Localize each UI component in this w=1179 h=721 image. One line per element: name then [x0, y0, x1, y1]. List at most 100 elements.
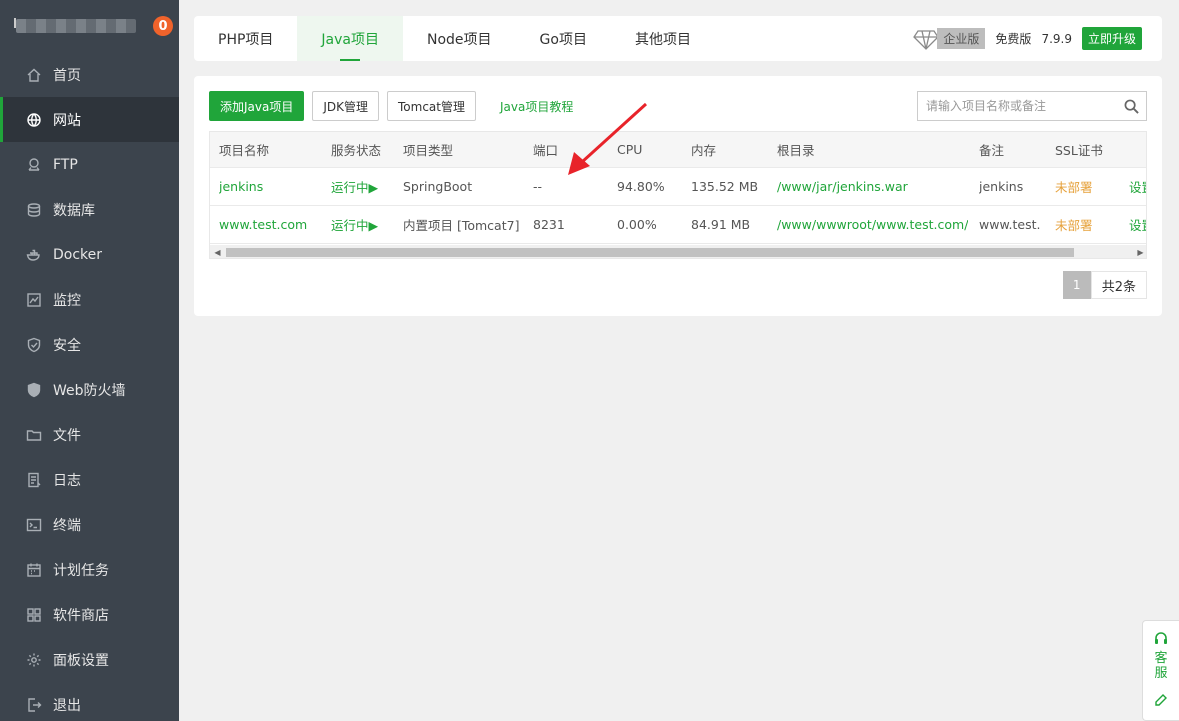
- search-icon[interactable]: [1116, 99, 1146, 114]
- free-edition-label: 免费版: [995, 32, 1032, 46]
- sidebar-header: 0: [0, 0, 179, 52]
- version-number: 7.9.9: [1041, 31, 1072, 46]
- sidebar-item-label: 面板设置: [53, 652, 109, 669]
- sidebar-item-label: 首页: [53, 67, 81, 84]
- sidebar-item-10[interactable]: 终端: [0, 502, 179, 547]
- column-header: 项目类型: [403, 143, 454, 158]
- scroll-left-icon[interactable]: ◀: [210, 245, 225, 258]
- sidebar-menu: 首页网站 FTP 数据库 Docker 监控安全 Web防火墙文件日志终端计划任务软件商店…: [0, 52, 179, 721]
- column-header: 内存: [691, 143, 717, 158]
- sidebar-item-label: 退出: [53, 697, 81, 714]
- column-header: SSL证书: [1055, 143, 1103, 158]
- sidebar-item-12[interactable]: 软件商店: [0, 592, 179, 637]
- sidebar-item-4[interactable]: Docker: [0, 232, 179, 277]
- folder-icon: [25, 426, 43, 444]
- apps-icon: [25, 606, 43, 624]
- terminal-icon: [25, 516, 43, 534]
- shield-icon: [25, 336, 43, 354]
- sidebar-item-8[interactable]: 文件: [0, 412, 179, 457]
- sidebar-item-1[interactable]: 网站: [0, 97, 179, 142]
- enterprise-edition[interactable]: 企业版: [913, 28, 986, 50]
- tab-2[interactable]: Node项目: [403, 16, 516, 61]
- cell-status[interactable]: 运行中▶: [331, 215, 378, 234]
- sidebar-item-label: Docker: [53, 246, 103, 263]
- sidebar-item-label: 安全: [53, 337, 81, 354]
- customer-service-widget[interactable]: 客服: [1142, 620, 1179, 721]
- cell-port: --: [533, 179, 543, 194]
- total-count: 共2条: [1090, 271, 1147, 299]
- java-projects-panel: 添加Java项目 JDK管理 Tomcat管理 Java项目教程 项目名称 服务状…: [194, 76, 1162, 316]
- cell-ssl[interactable]: 未部署: [1055, 177, 1093, 196]
- search-input[interactable]: [918, 92, 1116, 120]
- edit-icon[interactable]: [1154, 693, 1168, 707]
- sidebar-item-label: 监控: [53, 292, 81, 309]
- sidebar-item-13[interactable]: 面板设置: [0, 637, 179, 682]
- sidebar: 0 首页网站 FTP 数据库 Docker 监控安全 Web防火墙文件日志终端计划任务软件…: [0, 0, 179, 721]
- scroll-right-icon[interactable]: ▶: [1133, 245, 1146, 258]
- column-header: 端口: [533, 143, 559, 158]
- sidebar-item-label: 日志: [53, 472, 81, 489]
- sidebar-item-11[interactable]: 计划任务: [0, 547, 179, 592]
- table-header: 项目名称 服务状态 项目类型 端口 CPU 内存 根目录 备注 SSL证书: [210, 132, 1146, 168]
- table-row: jenkins 运行中▶ SpringBoot -- 94.80% 135.52 MB/w…: [210, 168, 1146, 206]
- gear-icon: [25, 651, 43, 669]
- version-info: 企业版 免费版 7.9.9 立即升级: [913, 27, 1162, 50]
- sidebar-item-6[interactable]: 安全: [0, 322, 179, 367]
- tomcat-manage-button[interactable]: Tomcat管理: [387, 91, 476, 121]
- customer-service-label: 客服: [1154, 651, 1168, 681]
- diamond-icon: [913, 29, 940, 50]
- sidebar-item-label: FTP: [53, 156, 78, 173]
- enterprise-label: 企业版: [937, 28, 986, 49]
- tab-4[interactable]: 其他项目: [611, 16, 715, 61]
- sidebar-item-label: 终端: [53, 517, 81, 534]
- sidebar-item-label: 数据库: [53, 202, 95, 219]
- sidebar-item-9[interactable]: 日志: [0, 457, 179, 502]
- add-java-project-button[interactable]: 添加Java项目: [209, 91, 305, 121]
- tab-3[interactable]: Go项目: [516, 16, 611, 61]
- server-name-blurred: [16, 19, 136, 33]
- tab-0[interactable]: PHP项目: [194, 16, 297, 61]
- cell-mem: 84.91 MB: [691, 217, 751, 232]
- cell-name[interactable]: jenkins: [219, 179, 263, 194]
- upgrade-button[interactable]: 立即升级: [1081, 27, 1142, 50]
- cell-status[interactable]: 运行中▶: [331, 177, 378, 196]
- cell-op[interactable]: 设置: [1129, 215, 1146, 234]
- column-header: 根目录: [777, 143, 815, 158]
- notification-badge[interactable]: 0: [153, 16, 173, 36]
- cell-ssl[interactable]: 未部署: [1055, 215, 1093, 234]
- toolbar: 添加Java项目 JDK管理 Tomcat管理 Java项目教程: [209, 91, 1147, 121]
- cell-op[interactable]: 设置: [1129, 177, 1146, 196]
- sidebar-item-3[interactable]: 数据库: [0, 187, 179, 232]
- sidebar-item-0[interactable]: 首页: [0, 52, 179, 97]
- horizontal-scrollbar[interactable]: ◀ ▶: [210, 245, 1146, 258]
- cell-note: jenkins: [979, 179, 1024, 194]
- sidebar-item-14[interactable]: 退出: [0, 682, 179, 721]
- cell-mem: 135.52 MB: [691, 179, 759, 194]
- column-header: CPU: [617, 142, 643, 157]
- sidebar-item-5[interactable]: 监控: [0, 277, 179, 322]
- logout-icon: [25, 696, 43, 714]
- database-icon: [25, 201, 43, 219]
- scrollbar-thumb[interactable]: [226, 248, 1074, 257]
- table-row: www.test.com 运行中▶ 内置项目 [Tomcat7] 8231 0.00% 8…: [210, 206, 1146, 244]
- ftp-icon: [25, 156, 43, 174]
- log-icon: [25, 471, 43, 489]
- java-tutorial-link[interactable]: Java项目教程: [500, 98, 573, 115]
- cell-port: 8231: [533, 217, 565, 232]
- sidebar-item-label: 软件商店: [53, 607, 109, 624]
- cell-name[interactable]: www.test.com: [219, 217, 307, 232]
- sidebar-item-2[interactable]: FTP: [0, 142, 179, 187]
- cell-root[interactable]: /www/wwwroot/www.test.com/: [777, 217, 968, 232]
- tab-1[interactable]: Java项目: [297, 16, 403, 61]
- project-search: [917, 91, 1147, 121]
- jdk-manage-button[interactable]: JDK管理: [312, 91, 380, 121]
- cell-note: www.test.com: [979, 217, 1041, 232]
- sidebar-item-7[interactable]: Web防火墙: [0, 367, 179, 412]
- page-number[interactable]: 1: [1062, 271, 1091, 299]
- monitor-icon: [25, 291, 43, 309]
- cell-root[interactable]: /www/jar/jenkins.war: [777, 179, 908, 194]
- column-header: 项目名称: [219, 143, 270, 158]
- sidebar-item-label: 文件: [53, 427, 81, 444]
- cell-cpu: 0.00%: [617, 217, 657, 232]
- cell-type: 内置项目 [Tomcat7]: [403, 218, 520, 233]
